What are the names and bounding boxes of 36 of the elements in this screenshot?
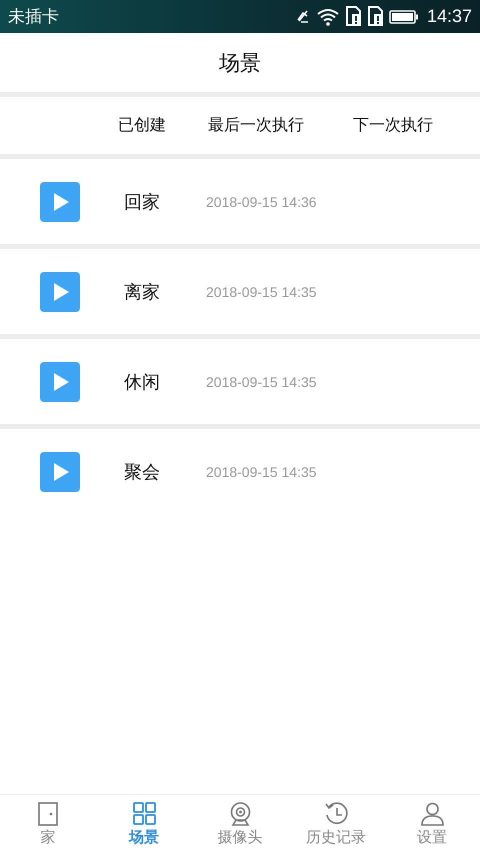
carrier-text: 未插卡 bbox=[8, 6, 59, 28]
scene-name: 离家 bbox=[124, 280, 160, 304]
last-run-time: 2018-09-15 14:35 bbox=[206, 374, 317, 390]
scene-name: 回家 bbox=[124, 190, 160, 214]
nav-tab[interactable]: 设置 bbox=[384, 795, 480, 853]
sim-card-icon bbox=[366, 6, 383, 27]
play-button-icon bbox=[40, 272, 80, 312]
last-run-time: 2018-09-15 14:36 bbox=[206, 194, 317, 210]
grid-icon bbox=[132, 801, 156, 827]
battery-icon bbox=[388, 10, 419, 24]
nav-tab[interactable]: 历史记录 bbox=[288, 795, 384, 853]
scene-name: 聚会 bbox=[124, 460, 160, 484]
nav-tab[interactable]: 场景 bbox=[96, 795, 192, 853]
scene-name: 休闲 bbox=[124, 370, 160, 394]
nav-tab[interactable]: 摄像头 bbox=[192, 795, 288, 853]
play-button-icon bbox=[40, 362, 80, 402]
scene-row[interactable]: 休闲 2018-09-15 14:35 bbox=[0, 339, 480, 424]
scene-row[interactable]: 聚会 2018-09-15 14:35 bbox=[0, 429, 480, 514]
column-heading: 已创建 bbox=[118, 115, 166, 136]
page-title: 场景 bbox=[219, 50, 261, 76]
nav-tab[interactable]: 家 bbox=[0, 795, 96, 853]
clock-time: 14:37 bbox=[426, 6, 472, 27]
history-icon bbox=[324, 801, 348, 827]
scene-row[interactable]: 离家 2018-09-15 14:35 bbox=[0, 249, 480, 334]
play-button-icon bbox=[40, 452, 80, 492]
wifi-icon bbox=[316, 8, 339, 26]
scene-row[interactable]: 回家 2018-09-15 14:36 bbox=[0, 159, 480, 244]
webcam-icon bbox=[228, 801, 252, 827]
play-button-icon bbox=[40, 182, 80, 222]
door-icon bbox=[36, 801, 60, 827]
person-icon bbox=[420, 801, 444, 827]
column-heading: 最后一次执行 bbox=[208, 115, 304, 136]
column-heading: 下一次执行 bbox=[353, 115, 433, 136]
last-run-time: 2018-09-15 14:35 bbox=[206, 284, 317, 300]
sim-card-icon bbox=[344, 6, 361, 27]
last-run-time: 2018-09-15 14:35 bbox=[206, 464, 317, 480]
